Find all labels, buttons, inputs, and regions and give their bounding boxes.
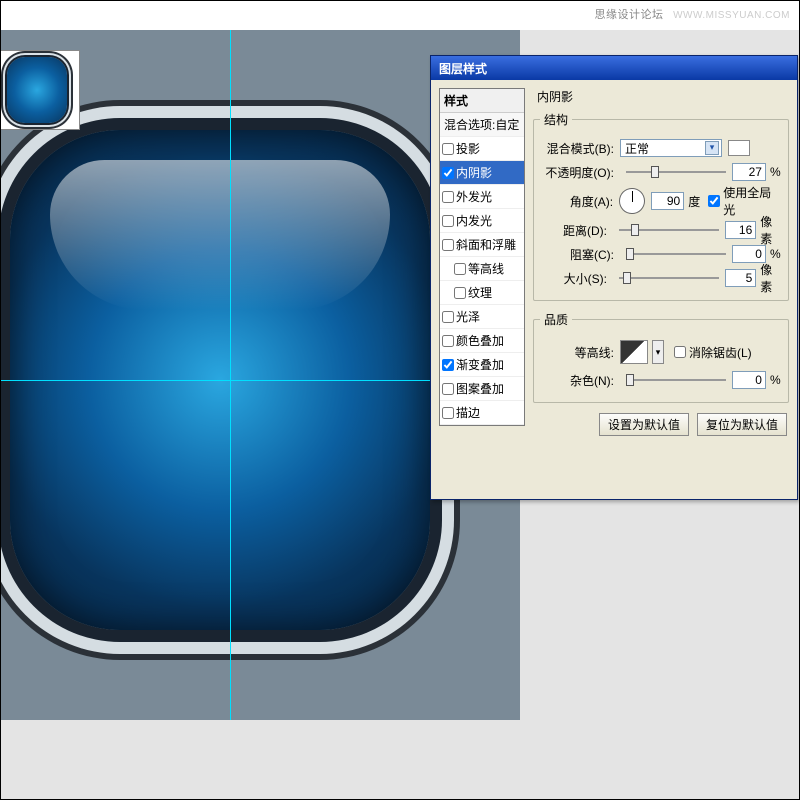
make-default-button[interactable]: 设置为默认值 [599, 413, 689, 436]
style-checkbox[interactable] [442, 383, 454, 395]
choke-unit: % [770, 247, 781, 261]
style-item-10[interactable]: 图案叠加 [440, 377, 524, 401]
style-checkbox[interactable] [454, 263, 466, 275]
contour-swatch[interactable] [620, 340, 648, 364]
style-label: 内阴影 [456, 164, 492, 181]
style-item-9[interactable]: 渐变叠加 [440, 353, 524, 377]
reset-default-button[interactable]: 复位为默认值 [697, 413, 787, 436]
style-label: 外发光 [456, 188, 492, 205]
watermark-main: 思缘设计论坛 [595, 9, 664, 21]
thumbnail-inner [7, 57, 67, 123]
style-label: 描边 [456, 404, 480, 421]
opacity-slider[interactable] [626, 169, 726, 175]
style-item-0[interactable]: 投影 [440, 137, 524, 161]
styles-header[interactable]: 样式 [440, 89, 524, 113]
noise-label: 杂色(N): [540, 372, 614, 389]
contour-dropdown-icon[interactable]: ▾ [652, 340, 664, 364]
chevron-down-icon: ▾ [705, 141, 719, 155]
size-label: 大小(S): [540, 270, 607, 287]
style-checkbox[interactable] [442, 407, 454, 419]
blend-mode-value: 正常 [625, 140, 649, 157]
style-checkbox[interactable] [442, 335, 454, 347]
opacity-label: 不透明度(O): [540, 164, 614, 181]
style-checkbox[interactable] [442, 143, 454, 155]
blend-mode-select[interactable]: 正常 ▾ [620, 139, 722, 157]
thumbnail-icon [0, 50, 80, 130]
structure-fieldset: 结构 混合模式(B): 正常 ▾ 不透明度(O): 27 % [533, 111, 789, 301]
style-item-7[interactable]: 光泽 [440, 305, 524, 329]
style-label: 渐变叠加 [456, 356, 504, 373]
style-label: 斜面和浮雕 [456, 236, 516, 253]
style-checkbox[interactable] [442, 239, 454, 251]
layer-style-dialog[interactable]: 图层样式 样式 混合选项:自定 投影内阴影外发光内发光斜面和浮雕等高线纹理光泽颜… [430, 55, 798, 500]
distance-label: 距离(D): [540, 222, 607, 239]
choke-slider[interactable] [626, 251, 726, 257]
size-input[interactable]: 5 [725, 269, 756, 287]
angle-input[interactable]: 90 [651, 192, 685, 210]
panel-title: 内阴影 [533, 88, 789, 105]
dialog-title-text: 图层样式 [439, 62, 487, 76]
inner-shadow-panel: 内阴影 结构 混合模式(B): 正常 ▾ 不透明度(O): 27 [525, 88, 789, 436]
angle-label: 角度(A): [540, 193, 613, 210]
watermark-sub: WWW.MISSYUAN.COM [673, 10, 790, 21]
style-item-3[interactable]: 内发光 [440, 209, 524, 233]
contour-label: 等高线: [540, 344, 614, 361]
distance-unit: 像素 [760, 213, 782, 247]
distance-slider[interactable] [619, 227, 719, 233]
noise-slider[interactable] [626, 377, 726, 383]
styles-column: 样式 混合选项:自定 投影内阴影外发光内发光斜面和浮雕等高线纹理光泽颜色叠加渐变… [439, 88, 525, 436]
size-unit: 像素 [760, 261, 782, 295]
style-item-5[interactable]: 等高线 [440, 257, 524, 281]
style-item-1[interactable]: 内阴影 [440, 161, 524, 185]
style-checkbox[interactable] [442, 311, 454, 323]
quality-fieldset: 品质 等高线: ▾ 消除锯齿(L) 杂色(N): 0 % [533, 311, 789, 403]
shadow-color-swatch[interactable] [728, 140, 750, 156]
watermark: 思缘设计论坛 WWW.MISSYUAN.COM [595, 6, 790, 22]
size-slider[interactable] [619, 275, 719, 281]
style-item-4[interactable]: 斜面和浮雕 [440, 233, 524, 257]
quality-legend: 品质 [540, 311, 572, 328]
style-label: 内发光 [456, 212, 492, 229]
style-checkbox[interactable] [442, 167, 454, 179]
style-label: 光泽 [456, 308, 480, 325]
vertical-guide[interactable] [230, 30, 231, 720]
angle-unit: 度 [688, 193, 700, 210]
noise-input[interactable]: 0 [732, 371, 766, 389]
style-checkbox[interactable] [442, 215, 454, 227]
style-item-2[interactable]: 外发光 [440, 185, 524, 209]
structure-legend: 结构 [540, 111, 572, 128]
opacity-input[interactable]: 27 [732, 163, 766, 181]
opacity-unit: % [770, 165, 781, 179]
angle-dial[interactable] [619, 188, 645, 214]
style-item-8[interactable]: 颜色叠加 [440, 329, 524, 353]
antialias-checkbox[interactable]: 消除锯齿(L) [674, 344, 752, 361]
style-checkbox[interactable] [442, 191, 454, 203]
distance-input[interactable]: 16 [725, 221, 756, 239]
style-item-11[interactable]: 描边 [440, 401, 524, 425]
dialog-titlebar[interactable]: 图层样式 [431, 56, 797, 80]
choke-label: 阻塞(C): [540, 246, 614, 263]
antialias-label: 消除锯齿(L) [689, 344, 752, 361]
glass-highlight [50, 160, 390, 310]
blend-options-item[interactable]: 混合选项:自定 [440, 113, 524, 137]
noise-unit: % [770, 373, 781, 387]
style-label: 纹理 [468, 284, 492, 301]
style-label: 投影 [456, 140, 480, 157]
style-label: 等高线 [468, 260, 504, 277]
style-checkbox[interactable] [442, 359, 454, 371]
style-label: 图案叠加 [456, 380, 504, 397]
style-item-6[interactable]: 纹理 [440, 281, 524, 305]
blend-mode-label: 混合模式(B): [540, 140, 614, 157]
style-checkbox[interactable] [454, 287, 466, 299]
styles-list[interactable]: 样式 混合选项:自定 投影内阴影外发光内发光斜面和浮雕等高线纹理光泽颜色叠加渐变… [439, 88, 525, 426]
style-label: 颜色叠加 [456, 332, 504, 349]
